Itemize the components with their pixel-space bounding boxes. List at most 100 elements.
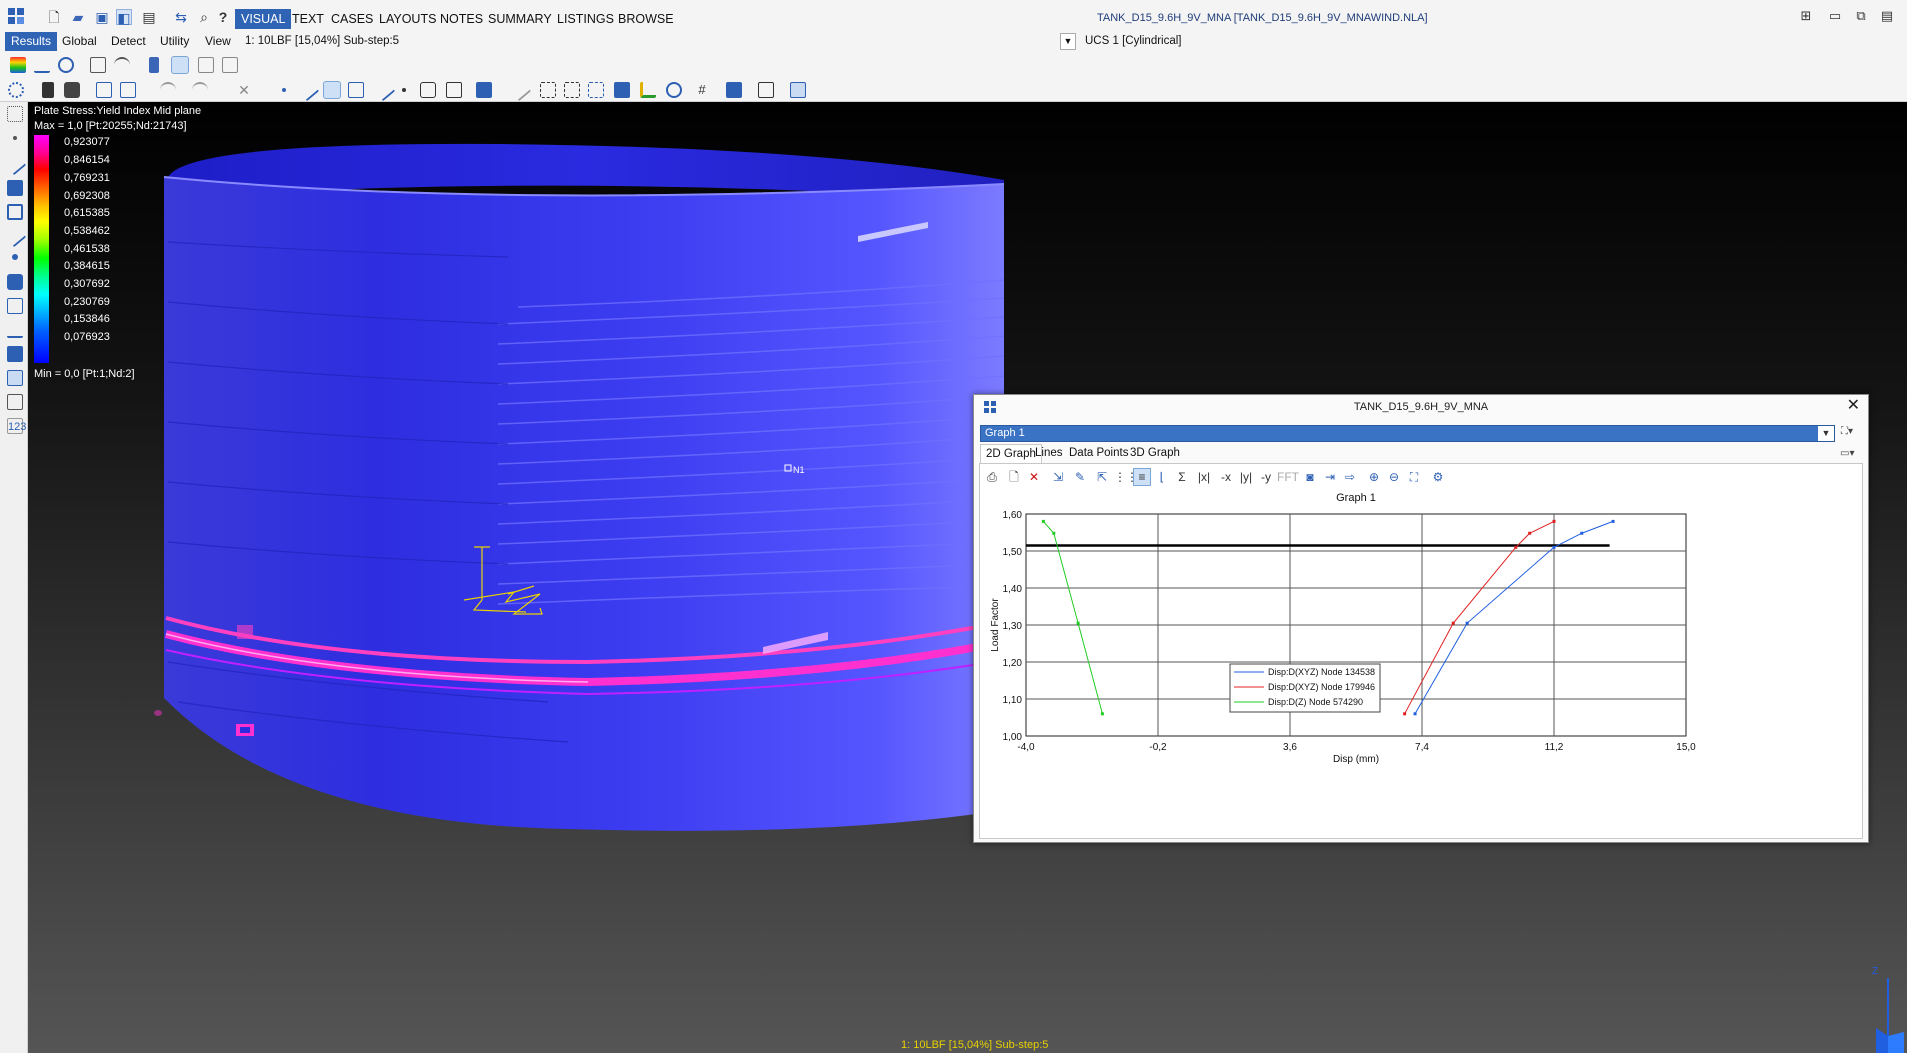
measure-icon[interactable] <box>508 78 532 102</box>
chevron-down-icon[interactable]: ▼ <box>1818 426 1834 441</box>
numbering-toggle-icon[interactable]: 123 <box>7 418 26 434</box>
plate-icon[interactable] <box>323 81 341 99</box>
tab-view[interactable]: View <box>199 32 237 51</box>
export-icon[interactable]: ⇱ <box>1094 469 1110 485</box>
fft-button[interactable]: FFT <box>1276 469 1300 485</box>
link-select-icon[interactable] <box>3 224 27 248</box>
plate-select-icon[interactable] <box>7 180 23 196</box>
numbering-icon[interactable]: # <box>694 82 710 98</box>
sum-icon[interactable]: Σ <box>1174 469 1190 485</box>
copy-to-icon[interactable]: ⇥ <box>1322 469 1338 485</box>
menu-notes[interactable]: NOTES <box>434 9 489 29</box>
negate-y-button[interactable]: -y <box>1256 469 1276 485</box>
undo-icon[interactable] <box>160 82 176 98</box>
beam-icon[interactable] <box>296 78 320 102</box>
new-graph-icon[interactable]: 🗋 <box>1006 469 1022 485</box>
window-icon[interactable] <box>790 82 806 98</box>
menu-summary[interactable]: SUMMARY <box>482 9 558 29</box>
box-select-icon[interactable] <box>540 82 556 98</box>
tab-utility[interactable]: Utility <box>154 32 195 51</box>
zoom-in-icon[interactable]: ⊕ <box>1366 469 1382 485</box>
mesh-icon[interactable] <box>614 82 630 98</box>
curve-icon[interactable] <box>114 57 130 73</box>
settings-icon[interactable]: ⚙ <box>1430 469 1446 485</box>
link-icon[interactable] <box>372 78 396 102</box>
save-icon[interactable]: ▣ <box>94 9 110 25</box>
tab-lines[interactable]: Lines <box>1030 444 1068 463</box>
close-icon[interactable]: ✕ <box>1847 397 1860 415</box>
display-icon[interactable] <box>7 394 23 410</box>
select-all-icon[interactable] <box>96 82 112 98</box>
subdivide-icon[interactable] <box>564 82 580 98</box>
cylinder-icon[interactable] <box>420 82 436 98</box>
help-icon[interactable]: ? <box>215 9 231 25</box>
node-icon[interactable] <box>282 88 286 92</box>
zoom-out-icon[interactable]: ⊖ <box>1386 469 1402 485</box>
preview-icon[interactable]: ⎙ <box>984 469 1000 485</box>
open-folder-icon[interactable]: ▰ <box>70 9 86 25</box>
abs-x-button[interactable]: |x| <box>1194 469 1214 485</box>
edit-line-icon[interactable]: ✎ <box>1072 469 1088 485</box>
axis-icon[interactable]: ⌊ <box>1154 469 1170 485</box>
window-list-icon[interactable]: ▤ <box>1878 8 1896 24</box>
legend-toggle-icon[interactable]: ≡ <box>1133 468 1151 486</box>
menu-browse[interactable]: BROWSE <box>612 9 680 29</box>
ruler-icon[interactable] <box>446 82 462 98</box>
add-line-icon[interactable]: ⇲ <box>1050 469 1066 485</box>
find-icon[interactable]: ⌕ <box>196 9 212 25</box>
graph-window-titlebar[interactable]: TANK_D15_9.6H_9V_MNA ✕ <box>974 395 1868 419</box>
menu-listings[interactable]: LISTINGS <box>551 9 620 29</box>
probe-icon[interactable] <box>149 57 159 73</box>
ucs-selector[interactable]: UCS 1 [Cylindrical] <box>1085 35 1182 47</box>
negate-x-button[interactable]: -x <box>1216 469 1236 485</box>
camera-icon[interactable] <box>64 82 80 98</box>
model-icon[interactable]: ◧ <box>116 9 132 26</box>
tab-data-points[interactable]: Data Points <box>1064 444 1133 463</box>
grid-toggle-icon[interactable]: ⋮⋮ <box>1114 469 1138 485</box>
graph-selector[interactable]: Graph 1 ▼ <box>980 425 1835 442</box>
select-group-icon[interactable] <box>120 82 136 98</box>
graph-icon[interactable] <box>171 56 189 74</box>
tab-results[interactable]: Results <box>5 32 58 51</box>
print-icon[interactable]: ▤ <box>141 9 157 25</box>
layout-toggle-icon[interactable]: ⊞ <box>1797 8 1815 24</box>
menu-visual[interactable]: VISUAL <box>235 9 292 29</box>
tab-global[interactable]: Global <box>56 32 103 51</box>
groups-icon[interactable] <box>758 82 774 98</box>
graph-layout-icon[interactable] <box>198 57 214 73</box>
delete-icon[interactable]: ✕ <box>236 82 252 98</box>
restraint-icon[interactable] <box>7 346 23 362</box>
tab-3d-graph[interactable]: 3D Graph <box>1125 444 1185 463</box>
camera-icon[interactable]: ◙ <box>1302 469 1318 485</box>
panel-layout-icon[interactable]: ▭▾ <box>1840 448 1854 459</box>
node-select-icon[interactable] <box>13 136 17 140</box>
app-menu-icon[interactable] <box>8 8 26 26</box>
volume-icon[interactable] <box>7 274 23 290</box>
compare-icon[interactable]: ⇆ <box>173 9 189 25</box>
menu-layouts[interactable]: LAYOUTS <box>373 9 442 29</box>
table-icon[interactable] <box>90 57 106 73</box>
arrow-load-icon[interactable] <box>7 322 23 338</box>
grid-dots-icon[interactable] <box>7 106 23 122</box>
window-grid-icon[interactable]: ⧉ <box>1852 8 1870 24</box>
axes-icon[interactable] <box>640 82 656 98</box>
zoom-extents-icon[interactable]: ⛶ <box>1406 469 1422 485</box>
sphere-icon[interactable] <box>666 82 682 98</box>
brick-icon[interactable] <box>348 82 364 98</box>
entity-display-icon[interactable] <box>476 82 492 98</box>
menu-cases[interactable]: CASES <box>325 9 379 29</box>
point-icon[interactable] <box>402 88 406 92</box>
abs-y-button[interactable]: |y| <box>1236 469 1256 485</box>
load-case-dropdown[interactable]: ▼ <box>1060 33 1076 50</box>
new-file-icon[interactable]: 🗋 <box>46 9 62 25</box>
menu-text[interactable]: TEXT <box>286 9 330 29</box>
binoculars-icon[interactable] <box>42 82 54 98</box>
graph-window[interactable]: TANK_D15_9.6H_9V_MNA ✕ Graph 1 ▼ ⛶▾ ▭▾ 2… <box>973 394 1869 843</box>
attributes-icon[interactable] <box>726 82 742 98</box>
vertex-icon[interactable] <box>12 254 18 260</box>
wave-icon[interactable] <box>34 57 50 73</box>
tab-detect[interactable]: Detect <box>105 32 152 51</box>
beam-select-icon[interactable] <box>3 152 27 176</box>
contour-icon[interactable] <box>10 57 26 73</box>
vector-icon[interactable] <box>58 57 74 73</box>
